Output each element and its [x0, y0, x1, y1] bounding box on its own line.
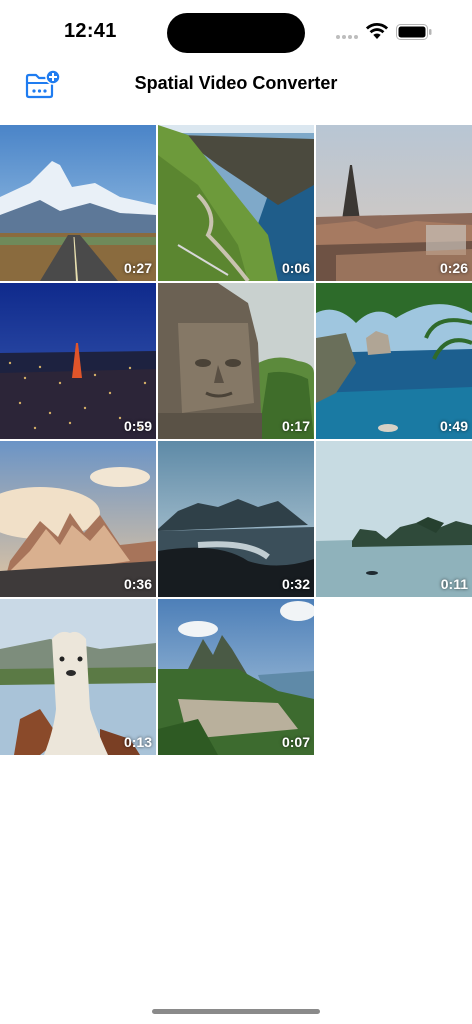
video-thumbnail-tokyo-night[interactable]: 0:59 — [0, 283, 156, 439]
video-thumbnail-mountain-road[interactable]: 0:27 — [0, 125, 156, 281]
cellular-signal-icon — [336, 35, 360, 39]
video-thumbnail-island-peaks-town[interactable]: 0:07 — [158, 599, 314, 755]
video-duration: 0:13 — [123, 734, 152, 750]
video-duration: 0:17 — [281, 418, 310, 434]
stone-face-temple-image — [158, 283, 314, 439]
video-duration: 0:26 — [439, 260, 468, 276]
video-duration: 0:36 — [123, 576, 152, 592]
video-duration: 0:27 — [123, 260, 152, 276]
bay-islands-image — [316, 441, 472, 597]
video-thumbnail-coastal-cliffs[interactable]: 0:06 — [158, 125, 314, 281]
alpaca-lake-image — [0, 599, 156, 755]
video-duration: 0:49 — [439, 418, 468, 434]
video-duration: 0:07 — [281, 734, 310, 750]
wifi-icon — [365, 22, 389, 39]
video-duration: 0:06 — [281, 260, 310, 276]
tokyo-night-image — [0, 283, 156, 439]
status-bar: 12:41 — [0, 0, 472, 60]
beach-mountains-image — [158, 441, 314, 597]
video-thumbnail-beach-mountains[interactable]: 0:32 — [158, 441, 314, 597]
video-duration: 0:11 — [440, 576, 468, 592]
status-time: 12:41 — [64, 20, 117, 42]
mountain-road-image — [0, 125, 156, 281]
video-duration: 0:59 — [123, 418, 152, 434]
video-thumbnail-paris-eiffel-tower[interactable]: 0:26 — [316, 125, 472, 281]
video-thumbnail-tropical-sea-palms[interactable]: 0:49 — [316, 283, 472, 439]
island-peaks-town-image — [158, 599, 314, 755]
video-thumbnail-stone-face-temple[interactable]: 0:17 — [158, 283, 314, 439]
video-thumbnail-mountain-peaks-sunset[interactable]: 0:36 — [0, 441, 156, 597]
tropical-sea-palms-image — [316, 283, 472, 439]
paris-eiffel-tower-image — [316, 125, 472, 281]
video-duration: 0:32 — [281, 576, 310, 592]
video-thumbnail-bay-islands[interactable]: 0:11 — [316, 441, 472, 597]
mountain-peaks-sunset-image — [0, 441, 156, 597]
video-thumbnail-alpaca-lake[interactable]: 0:13 — [0, 599, 156, 755]
navigation-bar: Spatial Video Converter — [0, 60, 472, 110]
coastal-cliffs-image — [158, 125, 314, 281]
battery-icon — [396, 24, 432, 40]
dynamic-island — [167, 13, 305, 53]
page-title: Spatial Video Converter — [134, 73, 338, 93]
home-indicator[interactable] — [152, 1009, 320, 1014]
